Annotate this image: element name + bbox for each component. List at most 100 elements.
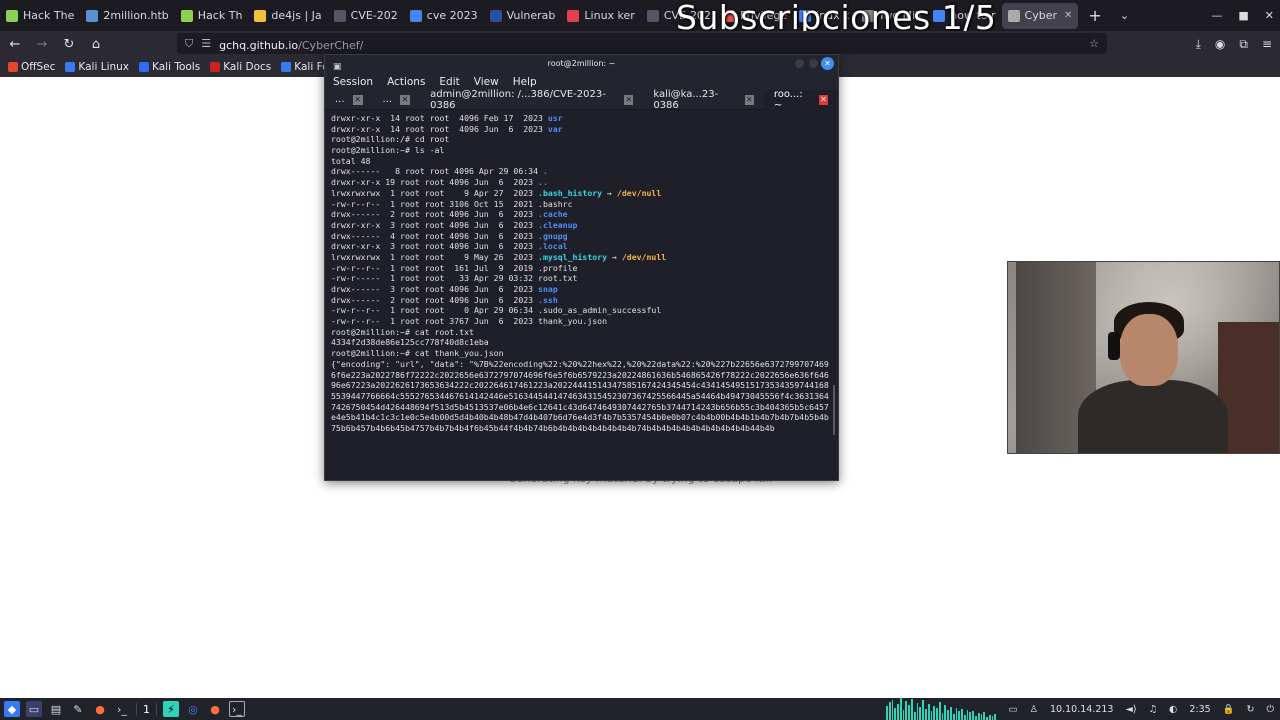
- terminal-minimize-icon[interactable]: [795, 59, 804, 68]
- line-text: drwx------ 4 root root 4096 Jun 6 2023: [331, 230, 539, 241]
- chrome-icon[interactable]: ◎: [185, 701, 201, 717]
- audio-bar: [902, 710, 905, 720]
- site-info-icon[interactable]: ☰: [201, 37, 211, 50]
- terminal-tab[interactable]: ... ✕: [373, 90, 421, 110]
- bookmark-item[interactable]: Kali Linux: [65, 61, 129, 73]
- line-text: -rw-r--r-- 1 root root 0 Apr 29 06:34 .s…: [331, 305, 662, 316]
- audio-bar: [994, 714, 997, 720]
- terminal-line: drwxr-xr-x 14 root root 4096 Feb 17 2023…: [331, 113, 831, 124]
- kali-menu-icon[interactable]: ◆: [4, 701, 20, 717]
- ip-address: 10.10.14.213: [1050, 703, 1114, 715]
- refresh-icon[interactable]: ↻: [1247, 704, 1255, 715]
- terminal-maximize-icon[interactable]: [809, 59, 818, 68]
- file-name: usr: [547, 113, 563, 123]
- back-arrow-icon[interactable]: ←: [3, 37, 27, 52]
- file-name: ..: [538, 177, 548, 188]
- terminal-menu-item[interactable]: Help: [513, 76, 537, 88]
- browser-tab[interactable]: Vulnerab: [484, 0, 562, 31]
- terminal-menu-bar: Session Actions Edit View Help: [325, 73, 838, 90]
- terminal-line: root@2million:~# ls -al: [331, 145, 831, 156]
- list-tabs-chevron-icon[interactable]: ⌄: [1112, 9, 1137, 22]
- new-tab-button[interactable]: +: [1078, 6, 1111, 25]
- close-tab-icon[interactable]: ✕: [1064, 10, 1072, 21]
- network-icon[interactable]: ◐: [1169, 704, 1177, 715]
- terminal-window[interactable]: ▣ root@2million: ~ ✕ Session Actions Edit V…: [324, 54, 839, 481]
- lock-icon[interactable]: 🔒: [1223, 704, 1235, 715]
- audio-bar: [922, 700, 924, 720]
- terminal-line: -rw-r--r-- 1 root root 0 Apr 29 06:34 .s…: [331, 305, 831, 316]
- browser-tab[interactable]: CVE-202: [328, 0, 404, 31]
- terminal-menu-item[interactable]: Actions: [387, 76, 425, 88]
- text-editor-icon[interactable]: ✎: [70, 701, 86, 717]
- tab-label: CVE-202: [350, 9, 398, 22]
- bookmark-item[interactable]: Kali Tools: [139, 61, 200, 73]
- extensions-icon[interactable]: ⧉: [1239, 37, 1248, 52]
- home-icon[interactable]: ⌂: [84, 37, 108, 52]
- audio-bar: [913, 712, 916, 720]
- terminal-tab-close-icon[interactable]: ✕: [624, 94, 634, 105]
- file-manager-icon[interactable]: ▤: [48, 701, 64, 717]
- terminal-tab-close-icon[interactable]: ✕: [352, 94, 363, 105]
- minimize-icon[interactable]: —: [1211, 9, 1222, 22]
- firefox-window-icon[interactable]: ●: [207, 701, 223, 717]
- terminal-menu-item[interactable]: View: [474, 76, 499, 88]
- bookmark-star-icon[interactable]: ☆: [1089, 37, 1099, 50]
- terminal-scrollbar[interactable]: [833, 385, 835, 435]
- terminal-window-icon[interactable]: ›_: [229, 701, 245, 717]
- burp-icon[interactable]: ⚡: [163, 701, 179, 717]
- terminal-tab[interactable]: admin@2million: /...386/CVE-2023-0386 ✕: [420, 89, 643, 111]
- menu-icon[interactable]: ≡: [1262, 37, 1272, 51]
- firefox-icon[interactable]: ●: [92, 701, 108, 717]
- display-icon[interactable]: ▭: [1009, 704, 1018, 715]
- line-text: lrwxrwxrwx 1 root root 9 Apr 27 2023: [331, 187, 539, 198]
- terminal-tab[interactable]: ... ✕: [325, 90, 373, 110]
- terminal-tab-label: kali@ka...23-0386: [653, 88, 719, 111]
- show-desktop-icon[interactable]: ▭: [26, 701, 42, 717]
- terminal-tab-close-icon[interactable]: ✕: [744, 94, 754, 105]
- line-text: root@2million:~# cat root.txt: [331, 326, 474, 337]
- line-text: lrwxrwxrwx 1 root root 9 May 26 2023: [331, 251, 539, 262]
- terminal-tab-close-icon[interactable]: ✕: [400, 94, 411, 105]
- url-bar[interactable]: ⛉ ☰ gchq.github.io/CyberChef/ ☆: [177, 33, 1107, 54]
- browser-tab[interactable]: de4js | Ja: [248, 0, 327, 31]
- terminal-icon[interactable]: ›_: [114, 701, 130, 717]
- terminal-menu-item[interactable]: Session: [333, 76, 373, 88]
- webcam-headset: [1108, 332, 1120, 360]
- audio-bar: [958, 711, 961, 720]
- reload-icon[interactable]: ↻: [57, 37, 81, 52]
- maximize-icon[interactable]: ■: [1238, 9, 1248, 22]
- power-icon[interactable]: ⏻: [1266, 704, 1274, 715]
- tab-label: Hack The: [23, 9, 75, 22]
- terminal-close-icon[interactable]: ✕: [821, 57, 834, 70]
- bookmark-label: OffSec: [21, 61, 56, 73]
- bookmark-item[interactable]: Kali Docs: [210, 61, 271, 73]
- terminal-tab-close-icon[interactable]: ✕: [818, 94, 828, 105]
- volume-icon[interactable]: ◄): [1125, 704, 1136, 715]
- browser-tab[interactable]: 2million.htb: [80, 0, 174, 31]
- terminal-tab-label: ...: [335, 94, 345, 105]
- terminal-titlebar[interactable]: ▣ root@2million: ~ ✕: [325, 55, 838, 73]
- browser-tab[interactable]: Hack Th: [175, 0, 249, 31]
- browser-tab[interactable]: cve 2023: [404, 0, 484, 31]
- browser-tab[interactable]: Cyber ✕: [1001, 2, 1079, 29]
- terminal-tab[interactable]: kali@ka...23-0386 ✕: [643, 88, 764, 111]
- terminal-output[interactable]: drwxr-xr-x 14 root root 4096 Feb 17 2023…: [331, 113, 831, 478]
- notification-bell-icon[interactable]: ♫: [1149, 704, 1158, 715]
- bookmark-label: Kali Tools: [152, 61, 201, 73]
- bookmark-item[interactable]: OffSec: [8, 61, 55, 73]
- download-icon[interactable]: ⤓: [1196, 37, 1201, 52]
- forward-arrow-icon[interactable]: →: [30, 37, 54, 52]
- terminal-tab[interactable]: roo...: ~ ✕: [763, 89, 838, 111]
- terminal-menu-item[interactable]: Edit: [439, 76, 459, 88]
- close-window-icon[interactable]: ✕: [1265, 9, 1274, 22]
- browser-tab[interactable]: Linux ker: [561, 0, 640, 31]
- workspace-indicator[interactable]: 1: [136, 702, 157, 716]
- webcam-person-body: [1078, 380, 1228, 453]
- shield-icon: ⛉: [185, 36, 194, 50]
- line-text: drwxr-xr-x 14 root root 4096 Feb 17 2023: [331, 113, 548, 123]
- bookmark-favicon-icon: [210, 62, 221, 72]
- line-text: total 48: [331, 155, 371, 166]
- line-text: 4334f2d38de86e125cc778f40d8c1eba: [331, 337, 489, 348]
- browser-tab[interactable]: Hack The: [0, 0, 80, 31]
- account-icon[interactable]: ◉: [1215, 37, 1225, 51]
